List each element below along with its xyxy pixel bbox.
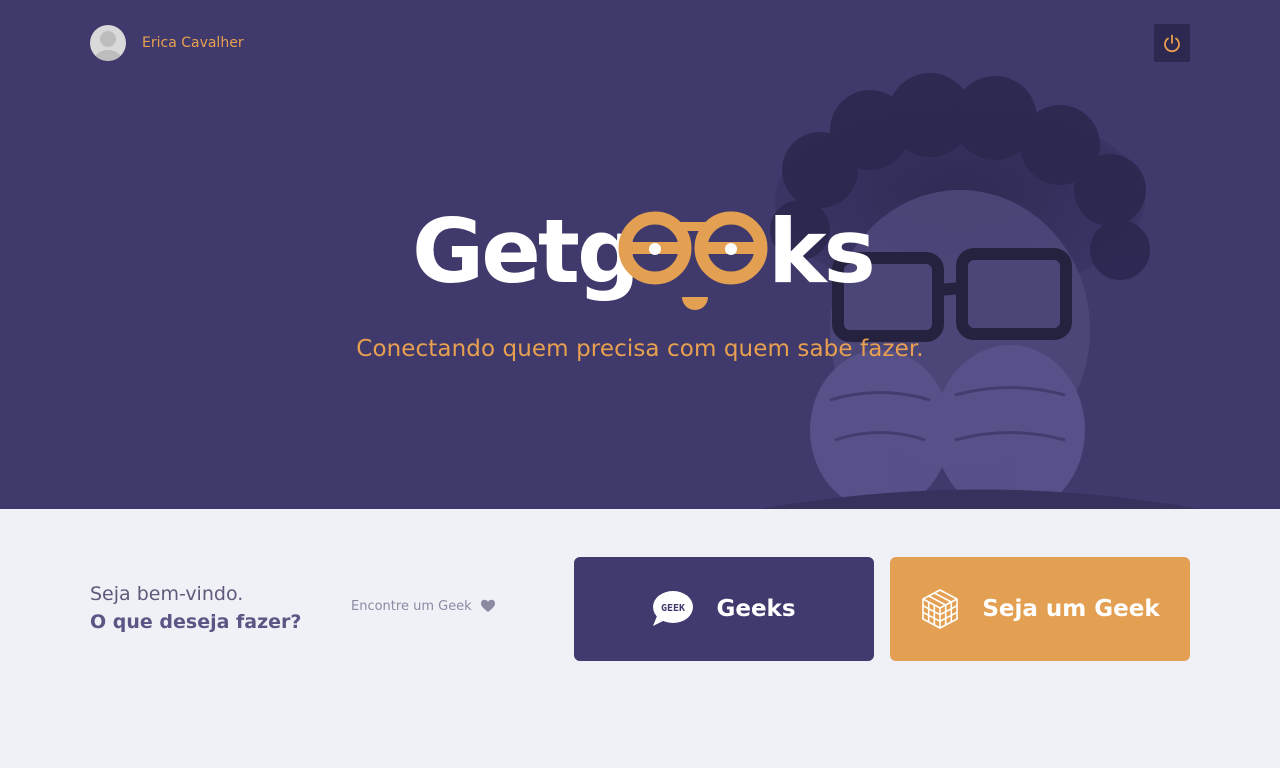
find-geek-label[interactable]: Encontre um Geek bbox=[351, 599, 472, 614]
geek-chat-bubble-icon: GEEK bbox=[653, 591, 694, 626]
logout-button[interactable] bbox=[1154, 24, 1190, 62]
logo-glasses-icon bbox=[618, 211, 768, 310]
heart-icon bbox=[480, 599, 495, 612]
welcome-message: Seja bem-vindo. O que deseja fazer? bbox=[90, 581, 301, 637]
geeks-button-label[interactable]: Geeks bbox=[716, 596, 795, 622]
logo-text-left: Getg bbox=[412, 200, 637, 303]
user-name[interactable]: Erica Cavalher bbox=[142, 35, 244, 51]
logo-text-right: ks bbox=[768, 200, 872, 303]
be-a-geek-button-label[interactable]: Seja um Geek bbox=[982, 596, 1159, 622]
hero-tagline: Conectando quem precisa com quem sabe fa… bbox=[356, 336, 924, 362]
geeks-button[interactable]: GEEK Geeks bbox=[574, 557, 874, 661]
be-a-geek-button[interactable]: Seja um Geek bbox=[890, 557, 1190, 661]
geek-bubble-text: GEEK bbox=[661, 603, 685, 614]
power-icon bbox=[1164, 34, 1180, 53]
getgeeks-logo: Getg ks bbox=[412, 200, 872, 310]
welcome-greeting: Seja bem-vindo. bbox=[90, 583, 244, 605]
user-avatar-icon[interactable] bbox=[90, 25, 126, 61]
user-profile[interactable]: Erica Cavalher bbox=[90, 25, 244, 61]
welcome-question: O que deseja fazer? bbox=[90, 611, 302, 633]
find-geek-link[interactable]: Encontre um Geek bbox=[351, 598, 496, 614]
hero-banner: Erica Cavalher Getg ks Conectando quem p… bbox=[0, 0, 1280, 509]
cube-icon bbox=[922, 589, 959, 629]
